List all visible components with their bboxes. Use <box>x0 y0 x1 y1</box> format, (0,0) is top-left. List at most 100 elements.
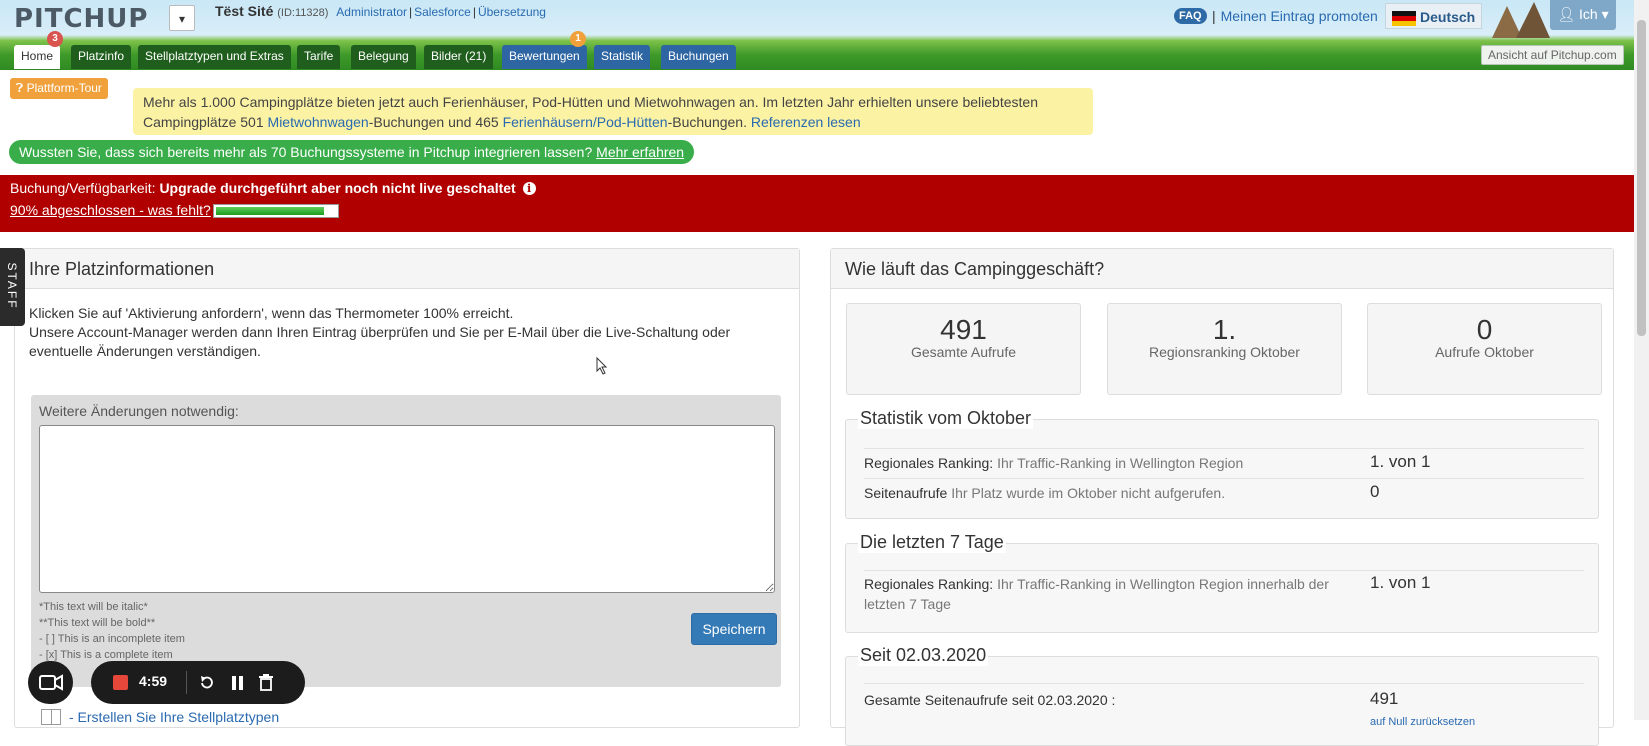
notice-line-2: Campingplätze 501 Mietwohnwagen-Buchunge… <box>143 112 1083 132</box>
section-legend: Die letzten 7 Tage <box>858 532 1006 553</box>
booking-status-value: Upgrade durchgeführt aber noch nicht liv… <box>159 180 516 196</box>
tab-platzinfo[interactable]: Platzinfo <box>71 45 132 69</box>
mietwohnwagen-link[interactable]: Mietwohnwagen <box>268 114 369 130</box>
row-value: 0 <box>1370 482 1380 501</box>
notice-text: Campingplätze 501 <box>143 114 268 130</box>
business-stats-title: Wie läuft das Campinggeschäft? <box>831 249 1613 289</box>
stats-row: Gesamte Seitenaufrufe seit 02.03.2020 : … <box>864 683 1584 733</box>
tents-icon <box>1492 2 1550 38</box>
question-icon: ❓︎ <box>16 81 24 95</box>
announcement-notice: Mehr als 1.000 Campingplätze bieten jetz… <box>133 88 1093 135</box>
faq-button[interactable]: FAQ <box>1174 8 1207 24</box>
row-key: Regionales Ranking: <box>864 576 994 592</box>
camera-button[interactable] <box>28 661 73 704</box>
changes-textarea[interactable] <box>39 425 775 593</box>
tab-buchungen[interactable]: Buchungen <box>661 45 736 69</box>
site-id: (ID:11328) <box>277 7 329 19</box>
user-icon: 👤︎ <box>1557 6 1576 22</box>
stat-total-views: 491 Gesamte Aufrufe <box>846 303 1081 395</box>
platform-tour-label: Plattform-Tour <box>26 81 102 95</box>
changes-form: Weitere Änderungen notwendig: *This text… <box>31 395 781 687</box>
row-key: Regionales Ranking: <box>864 455 994 471</box>
row-value: 1. von 1 <box>1370 573 1431 592</box>
booking-status: Buchung/Verfügbarkeit: Upgrade durchgefü… <box>10 180 536 196</box>
platform-tour-button[interactable]: ❓︎ Plattform-Tour <box>10 78 108 99</box>
references-link[interactable]: Referenzen lesen <box>751 114 861 130</box>
section-legend: Seit 02.03.2020 <box>858 645 989 666</box>
tab-bilder[interactable]: Bilder (21) <box>424 45 494 69</box>
language-label: Deutsch <box>1420 9 1476 25</box>
restart-icon[interactable] <box>198 674 216 692</box>
tab-stellplatztypen[interactable]: Stellplatztypen und Extras <box>138 45 291 69</box>
recording-timer: 4:59 <box>139 673 168 689</box>
stats-row: Seitenaufrufe Ihr Platz wurde im Oktober… <box>864 478 1584 508</box>
staff-label: STAFF <box>5 262 19 310</box>
tab-tarife[interactable]: Tarife <box>297 45 341 69</box>
view-on-pitchup-link[interactable]: Ansicht auf Pitchup.com <box>1481 45 1624 65</box>
instruction-line-1: Klicken Sie auf 'Aktivierung anfordern',… <box>29 305 514 321</box>
stat-value: 491 <box>940 314 987 345</box>
row-value: 491 <box>1370 689 1399 708</box>
promote-link[interactable]: Meinen Eintrag promoten <box>1221 8 1378 24</box>
since-date-section: Seit 02.03.2020 Gesamte Seitenaufrufe se… <box>845 645 1599 746</box>
hint-line: - [ ] This is an incomplete item <box>39 633 185 645</box>
row-description: Ihr Platz wurde im Oktober nicht aufgeru… <box>951 485 1226 501</box>
site-title: Tëst Sité (ID:11328) Administrator | Sales… <box>215 3 546 19</box>
stat-october-views: 0 Aufrufe Oktober <box>1367 303 1602 395</box>
completion-progress-bar <box>213 204 339 218</box>
stats-row: Regionales Ranking: Ihr Traffic-Ranking … <box>864 448 1584 478</box>
ferienhaeuser-link[interactable]: Ferienhäusern/Pod-Hütten <box>503 114 668 130</box>
notice-text: -Buchungen und 465 <box>368 114 503 130</box>
learn-more-link[interactable]: Mehr erfahren <box>596 144 684 160</box>
stat-label: Aufrufe Oktober <box>1435 344 1534 360</box>
tab-statistik[interactable]: Statistik <box>594 45 651 69</box>
create-pitch-types-link[interactable]: - Erstellen Sie Ihre Stellplatztypen <box>69 709 279 725</box>
caret-down-icon: ▾ <box>1601 6 1609 22</box>
staff-side-tab[interactable]: STAFF <box>0 248 25 326</box>
mouse-cursor-icon <box>596 357 608 375</box>
german-flag-icon <box>1392 10 1416 26</box>
business-stats-panel: Wie läuft das Campinggeschäft? 491 Gesam… <box>830 248 1614 746</box>
stat-region-ranking: 1. Regionsranking Oktober <box>1107 303 1342 395</box>
activation-instructions: Klicken Sie auf 'Aktivierung anfordern',… <box>29 304 789 361</box>
pause-icon[interactable] <box>229 674 245 692</box>
october-stats-section: Statistik vom Oktober Regionales Ranking… <box>845 408 1599 519</box>
salesforce-link[interactable]: Salesforce <box>414 5 471 19</box>
notice-line-1: Mehr als 1.000 Campingplätze bieten jetz… <box>143 94 1038 110</box>
admin-links: Administrator | Salesforce | Übersetzung <box>336 5 546 19</box>
home-notification-badge: 3 <box>47 31 63 47</box>
checkbox-icon <box>41 709 61 725</box>
site-switcher-dropdown[interactable]: ▾ <box>169 5 195 31</box>
last-7-days-section: Die letzten 7 Tage Regionales Ranking: I… <box>845 532 1599 633</box>
save-button[interactable]: Speichern <box>691 613 777 645</box>
promote-listing: | Meinen Eintrag promoten <box>1212 8 1378 24</box>
administrator-link[interactable]: Administrator <box>336 5 407 19</box>
screen-recorder-bar: 4:59 <box>91 661 305 704</box>
translation-link[interactable]: Übersetzung <box>478 5 546 19</box>
trash-icon[interactable] <box>257 673 275 692</box>
stat-value: 0 <box>1476 314 1493 345</box>
stats-row: Regionales Ranking: Ihr Traffic-Ranking … <box>864 570 1584 620</box>
pitchup-logo[interactable]: PITCHUP <box>14 4 148 34</box>
stat-label: Regionsranking Oktober <box>1149 344 1300 360</box>
reset-to-zero-link[interactable]: auf Null zurücksetzen <box>1370 712 1475 732</box>
notice-text: -Buchungen. <box>667 114 751 130</box>
page-scrollbar[interactable] <box>1634 0 1649 720</box>
tab-home[interactable]: Home <box>14 45 61 69</box>
tab-bewertungen[interactable]: Bewertungen <box>502 45 587 69</box>
info-icon[interactable]: i <box>522 182 536 195</box>
site-header: PITCHUP ▾ Tëst Sité (ID:11328) Administr… <box>0 0 1649 70</box>
stop-recording-icon[interactable] <box>113 675 128 690</box>
progress-fill <box>216 207 324 215</box>
site-info-title: Ihre Platzinformationen <box>15 249 799 289</box>
hint-line: **This text will be bold** <box>39 617 156 629</box>
section-legend: Statistik vom Oktober <box>858 408 1034 429</box>
create-pitch-types-row: - Erstellen Sie Ihre Stellplatztypen <box>41 709 279 725</box>
tab-belegung[interactable]: Belegung <box>351 45 416 69</box>
user-menu-button[interactable]: 👤︎ Ich ▾ <box>1550 0 1616 30</box>
scrollbar-thumb[interactable] <box>1637 20 1646 336</box>
completion-link[interactable]: 90% abgeschlossen - was fehlt? <box>10 202 211 218</box>
row-value: 1. von 1 <box>1370 452 1431 471</box>
language-selector[interactable]: Deutsch <box>1385 3 1483 29</box>
integration-banner: Wussten Sie, dass sich bereits mehr als … <box>9 140 695 164</box>
